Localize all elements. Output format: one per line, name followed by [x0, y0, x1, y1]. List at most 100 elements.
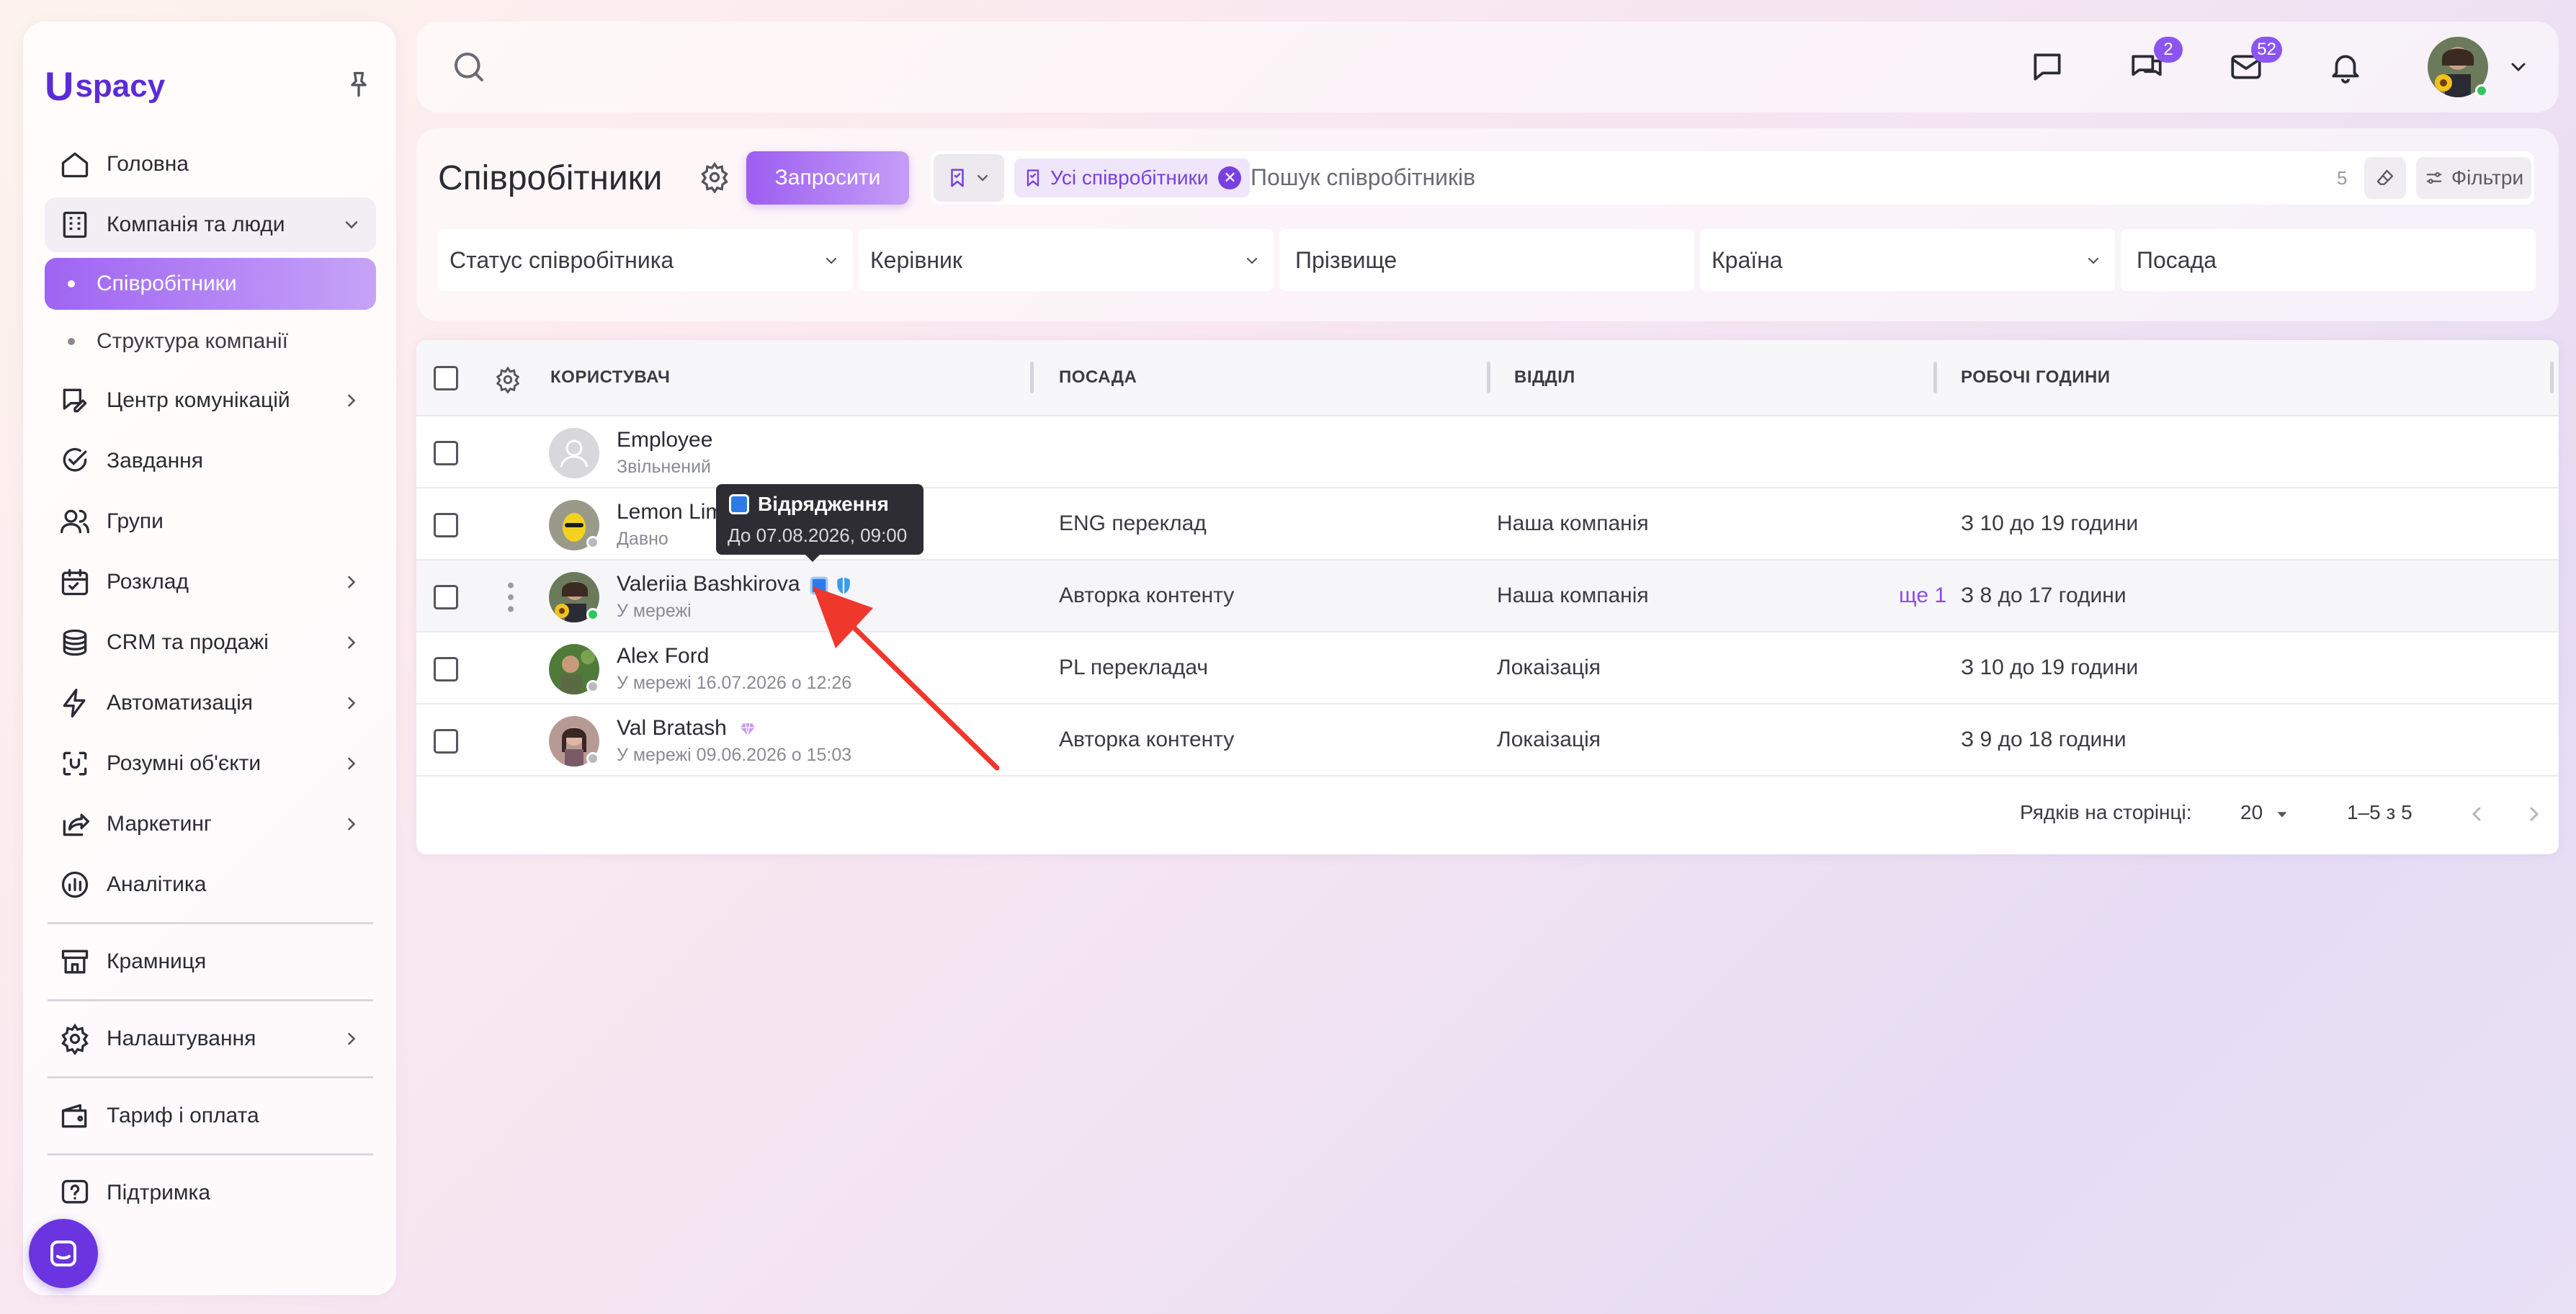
avatar[interactable]: [549, 500, 599, 550]
gear-icon[interactable]: [494, 366, 522, 393]
sidebar-item-label: Крамниця: [107, 949, 207, 973]
sidebar-item-home[interactable]: Головна: [45, 137, 376, 192]
coins-icon: [63, 629, 87, 656]
department-cell: Наша компанія: [1497, 584, 1649, 607]
invite-button[interactable]: Запросити: [746, 151, 909, 205]
messenger-button[interactable]: 2: [2125, 37, 2183, 89]
sidebar-item-label: Тариф і оплата: [107, 1104, 259, 1127]
rows-per-page-select[interactable]: 20: [2240, 801, 2290, 824]
column-department[interactable]: ВІДДІЛ: [1514, 367, 1575, 388]
logo[interactable]: U spacy: [45, 66, 165, 107]
pin-icon[interactable]: [343, 69, 375, 101]
filter-fields-row: Статус співробітника Керівник Прізвище К…: [438, 229, 2539, 291]
table-row[interactable]: Alex Ford У мережі 16.07.2026 о 12:26 PL…: [416, 633, 2559, 705]
chevron-down-icon: [977, 174, 988, 182]
sidebar-item-groups[interactable]: Групи: [45, 494, 376, 549]
filter-panel: Співробітники Запросити Усі співробітник…: [416, 128, 2559, 321]
drag-handle-icon[interactable]: [507, 581, 514, 614]
notifications-button[interactable]: [2324, 45, 2367, 89]
users-icon: [61, 509, 89, 534]
gear-icon[interactable]: [699, 161, 730, 193]
column-position[interactable]: ПОСАДА: [1059, 367, 1137, 388]
sidebar-item-label: Структура компанії: [97, 329, 288, 353]
manager-select[interactable]: Керівник: [859, 229, 1274, 291]
logo-text: spacy: [75, 68, 166, 104]
sidebar-item-smart-objects[interactable]: Розумні об'єкти: [45, 736, 376, 791]
row-checkbox[interactable]: [434, 585, 458, 609]
row-checkbox[interactable]: [434, 729, 458, 754]
divider: [48, 1076, 373, 1078]
sidebar-item-schedule[interactable]: Розклад: [45, 555, 376, 609]
diamond-icon[interactable]: [739, 720, 756, 738]
row-checkbox[interactable]: [434, 513, 458, 537]
user-name[interactable]: Valeriia Bashkirova: [617, 572, 800, 596]
filter-chip-all-employees[interactable]: Усі співробітники ✕: [1014, 158, 1251, 197]
remove-chip-icon[interactable]: ✕: [1218, 166, 1242, 189]
position-input[interactable]: Посада: [2121, 229, 2536, 291]
mail-button[interactable]: 52: [2224, 37, 2282, 89]
clear-filters-button[interactable]: [2364, 157, 2406, 199]
column-working-hours[interactable]: РОБОЧІ ГОДИНИ: [1961, 367, 2111, 388]
sidebar-item-support[interactable]: Підтримка: [45, 1166, 376, 1220]
support-chat-button[interactable]: [29, 1219, 98, 1288]
sidebar-item-billing[interactable]: Тариф і оплата: [45, 1089, 376, 1143]
table-row[interactable]: Employee Звільнений: [416, 416, 2559, 488]
search-icon[interactable]: [450, 48, 488, 86]
chevron-right-icon: [348, 576, 356, 589]
eraser-icon: [2376, 169, 2394, 185]
sidebar-item-automation[interactable]: Автоматизація: [45, 676, 376, 730]
column-resizer[interactable]: [1030, 362, 1034, 393]
chat-bubble-icon: [50, 1241, 76, 1266]
sidebar: U spacy Головна Компанія та люди Співроб…: [23, 22, 396, 1295]
table-row[interactable]: Valeriia Bashkirova У мережі Авторка кон…: [416, 560, 2559, 633]
position-cell: Авторка контенту: [1059, 728, 1235, 751]
more-departments-link[interactable]: ще 1: [1899, 584, 1946, 608]
bell-icon: [2332, 55, 2359, 84]
sidebar-item-crm[interactable]: CRM та продажі: [45, 615, 376, 670]
country-select[interactable]: Країна: [1700, 229, 2115, 291]
surname-input[interactable]: Прізвище: [1279, 229, 1694, 291]
column-resizer[interactable]: [1933, 362, 1937, 393]
table-row[interactable]: Val Bratash У мережі 09.06.2026 о 15:03 …: [416, 705, 2559, 777]
search-input[interactable]: Пошук співробітників: [1251, 164, 1475, 191]
sidebar-item-marketing[interactable]: Маркетинг: [45, 797, 376, 852]
sidebar-nav: Головна Компанія та люди Співробітники С…: [45, 137, 376, 1226]
user-name[interactable]: Lemon Lim: [617, 500, 723, 524]
user-avatar[interactable]: [2428, 37, 2488, 97]
sidebar-item-store[interactable]: Крамниця: [45, 934, 376, 989]
avatar[interactable]: [549, 716, 599, 766]
avatar[interactable]: [549, 428, 599, 478]
field-label: Прізвище: [1295, 246, 1397, 273]
chat-button[interactable]: [2026, 45, 2069, 89]
employee-search-bar[interactable]: Усі співробітники ✕ Пошук співробітників…: [931, 151, 2534, 205]
sidebar-item-analytics[interactable]: Аналітика: [45, 857, 376, 912]
building-icon: [63, 211, 87, 238]
avatar[interactable]: [549, 572, 599, 622]
sidebar-item-company[interactable]: Компанія та люди: [45, 197, 376, 252]
sidebar-item-communications[interactable]: Центр комунікацій: [45, 373, 376, 428]
help-icon: [61, 1179, 89, 1204]
column-resizer[interactable]: [1487, 362, 1490, 393]
user-name[interactable]: Employee: [617, 428, 712, 452]
row-checkbox[interactable]: [434, 657, 458, 681]
user-name[interactable]: Alex Ford: [617, 644, 709, 669]
saved-filters-dropdown[interactable]: [934, 154, 1004, 202]
divider: [48, 999, 373, 1001]
user-name[interactable]: Val Bratash: [617, 716, 727, 741]
select-all-checkbox[interactable]: [434, 366, 458, 390]
chevron-right-icon[interactable]: [2523, 803, 2546, 826]
avatar[interactable]: [549, 644, 599, 694]
chevron-down-icon: [1246, 257, 1258, 264]
employee-status-select[interactable]: Статус співробітника: [438, 229, 853, 291]
row-checkbox[interactable]: [434, 441, 458, 465]
sidebar-item-settings[interactable]: Налаштування: [45, 1011, 376, 1066]
chevron-down-icon[interactable]: [2507, 55, 2530, 79]
column-resizer[interactable]: [2550, 362, 2554, 393]
sidebar-item-company-structure[interactable]: Структура компанії: [45, 316, 376, 367]
filters-button[interactable]: Фільтри: [2416, 157, 2531, 199]
department-cell: Локаізація: [1497, 728, 1601, 751]
column-user[interactable]: КОРИСТУВАЧ: [550, 367, 670, 388]
sidebar-item-employees[interactable]: Співробітники: [45, 258, 376, 310]
sidebar-item-tasks[interactable]: Завдання: [45, 434, 376, 488]
chevron-left-icon[interactable]: [2465, 803, 2488, 826]
